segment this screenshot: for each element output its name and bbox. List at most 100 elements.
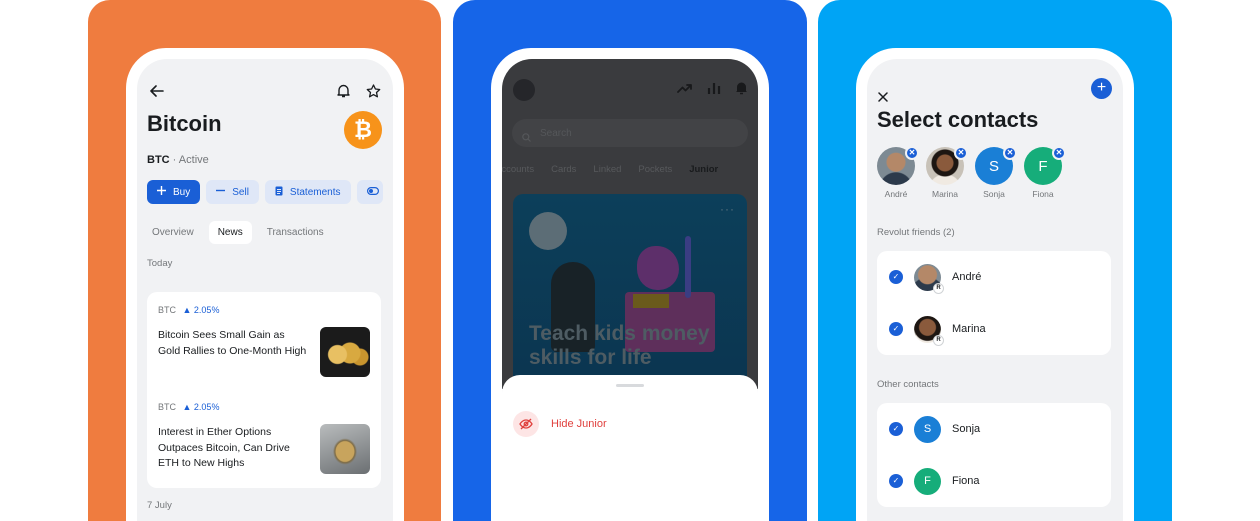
- contact-name: Fiona: [952, 475, 980, 487]
- price-change: ▲ 2.05%: [182, 402, 220, 412]
- sell-label: Sell: [232, 186, 249, 198]
- hide-junior-button[interactable]: Hide Junior: [513, 411, 607, 437]
- hide-junior-label: Hide Junior: [551, 418, 607, 430]
- tab-pockets[interactable]: Pockets: [638, 164, 672, 175]
- avatar[interactable]: [513, 79, 535, 101]
- panel-contacts: + Select contacts ✕ André ✕ Marina S ✕ S…: [818, 0, 1172, 521]
- sheet-grabber[interactable]: [616, 384, 644, 387]
- remove-icon[interactable]: ✕: [905, 146, 919, 160]
- news-headline: Interest in Ether Options Outpaces Bitco…: [158, 426, 290, 469]
- contact-row[interactable]: ✓ R Marina: [877, 303, 1111, 355]
- section-today: Today: [147, 258, 173, 269]
- avatar: R: [914, 315, 944, 346]
- document-icon: [275, 186, 283, 199]
- block-illustration: [633, 294, 669, 308]
- contact-row[interactable]: ✓ S Sonja: [877, 403, 1111, 455]
- bitcoin-logo-icon: ₿: [344, 111, 382, 149]
- avatar: S: [914, 415, 941, 443]
- contact-name: André: [952, 271, 982, 283]
- news-tag: BTC ▲ 2.05%: [158, 305, 370, 315]
- tab-news[interactable]: News: [208, 221, 252, 244]
- header-icons: [677, 81, 748, 100]
- contact-row[interactable]: ✓ F Fiona: [877, 455, 1111, 507]
- tab-overview[interactable]: Overview: [143, 221, 203, 244]
- news-card: BTC ▲ 2.05% Bitcoin Sees Small Gain as G…: [147, 292, 381, 488]
- section-date: 7 July: [147, 500, 172, 511]
- close-icon[interactable]: [878, 89, 888, 107]
- selected-contact[interactable]: S ✕ Sonja: [975, 146, 1017, 199]
- bitcoin-screen: Bitcoin BTC · Active ₿ Buy Sell Statemen…: [137, 59, 393, 521]
- search-input[interactable]: Search: [512, 119, 748, 147]
- bar-chart-icon[interactable]: [707, 81, 721, 100]
- search-icon: [522, 129, 531, 147]
- bottom-sheet: Hide Junior: [502, 375, 758, 521]
- statements-button[interactable]: Statements: [264, 180, 351, 204]
- junior-screen: Search Accounts Cards Linked Pockets Jun…: [502, 59, 758, 521]
- avatar: R: [914, 263, 944, 294]
- remove-icon[interactable]: ✕: [1052, 146, 1066, 160]
- dimmed-background: Search Accounts Cards Linked Pockets Jun…: [502, 59, 758, 389]
- asset-status: Active: [178, 154, 209, 166]
- asset-title: Bitcoin: [147, 111, 222, 136]
- news-headline: Bitcoin Sees Small Gain as Gold Rallies …: [158, 329, 307, 357]
- tab-transactions[interactable]: Transactions: [258, 221, 333, 244]
- contact-name: Sonja: [983, 189, 1005, 199]
- add-contact-button[interactable]: +: [1091, 78, 1112, 99]
- separator: ·: [172, 154, 177, 166]
- bell-icon[interactable]: [333, 81, 353, 101]
- sell-button[interactable]: Sell: [206, 180, 259, 204]
- other-contacts-list: ✓ S Sonja ✓ F Fiona: [877, 403, 1111, 507]
- revolut-badge-icon: R: [933, 334, 944, 346]
- arrow-left-icon[interactable]: [147, 81, 167, 101]
- tab-linked[interactable]: Linked: [593, 164, 621, 175]
- contact-name: Fiona: [1032, 189, 1054, 199]
- contact-name: Marina: [932, 189, 958, 199]
- news-item[interactable]: BTC ▲ 2.05% Interest in Ether Options Ou…: [158, 402, 370, 474]
- contact-name: Marina: [952, 323, 986, 335]
- tab-cards[interactable]: Cards: [551, 164, 576, 175]
- remove-icon[interactable]: ✕: [1003, 146, 1017, 160]
- promo-headline-line1: Teach kids money: [529, 322, 710, 345]
- friends-group-label: Revolut friends (2): [877, 227, 955, 238]
- trend-icon[interactable]: [677, 81, 693, 100]
- star-icon[interactable]: [363, 81, 383, 101]
- contact-name: André: [884, 189, 908, 199]
- phone-frame: + Select contacts ✕ André ✕ Marina S ✕ S…: [856, 48, 1134, 521]
- contact-row[interactable]: ✓ R André: [877, 251, 1111, 303]
- top-bar: [147, 81, 383, 101]
- check-icon[interactable]: ✓: [889, 474, 903, 488]
- check-icon[interactable]: ✓: [889, 422, 903, 436]
- coin-thumbnail: [320, 424, 370, 474]
- stick-illustration: [685, 236, 691, 298]
- statements-label: Statements: [289, 186, 341, 198]
- asset-subtitle: BTC · Active: [147, 154, 209, 166]
- character-illustration: [637, 246, 679, 290]
- selected-contacts: ✕ André ✕ Marina S ✕ Sonja F ✕ Fiona: [877, 146, 1066, 199]
- bell-icon[interactable]: [735, 81, 748, 100]
- plus-icon: [157, 186, 166, 198]
- toggle-icon: [366, 186, 379, 198]
- buy-button[interactable]: Buy: [147, 180, 201, 204]
- more-actions-button[interactable]: [356, 180, 383, 204]
- selected-contact[interactable]: ✕ André: [877, 146, 919, 199]
- news-ticker: BTC: [158, 402, 176, 412]
- revolut-badge-icon: R: [933, 282, 944, 294]
- account-tabs: Accounts Cards Linked Pockets Junior: [502, 164, 718, 175]
- tab-accounts[interactable]: Accounts: [502, 164, 534, 175]
- news-item[interactable]: BTC ▲ 2.05% Bitcoin Sees Small Gain as G…: [158, 305, 370, 377]
- friends-list: ✓ R André ✓ R Marina: [877, 251, 1111, 355]
- junior-badge-icon: [529, 212, 567, 250]
- tab-bar: Overview News Transactions: [143, 221, 333, 244]
- remove-icon[interactable]: ✕: [954, 146, 968, 160]
- more-options-icon[interactable]: ···: [720, 202, 735, 216]
- phone-frame: Search Accounts Cards Linked Pockets Jun…: [491, 48, 769, 521]
- selected-contact[interactable]: ✕ Marina: [926, 146, 968, 199]
- promo-headline: Teach kids money skills for life: [529, 322, 710, 370]
- phone-frame: Bitcoin BTC · Active ₿ Buy Sell Statemen…: [126, 48, 404, 521]
- junior-promo-card[interactable]: ··· Teach kids money skills for life: [513, 194, 747, 389]
- check-icon[interactable]: ✓: [889, 270, 903, 284]
- eye-off-icon: [513, 411, 539, 437]
- selected-contact[interactable]: F ✕ Fiona: [1024, 146, 1066, 199]
- tab-junior[interactable]: Junior: [689, 164, 718, 175]
- check-icon[interactable]: ✓: [889, 322, 903, 336]
